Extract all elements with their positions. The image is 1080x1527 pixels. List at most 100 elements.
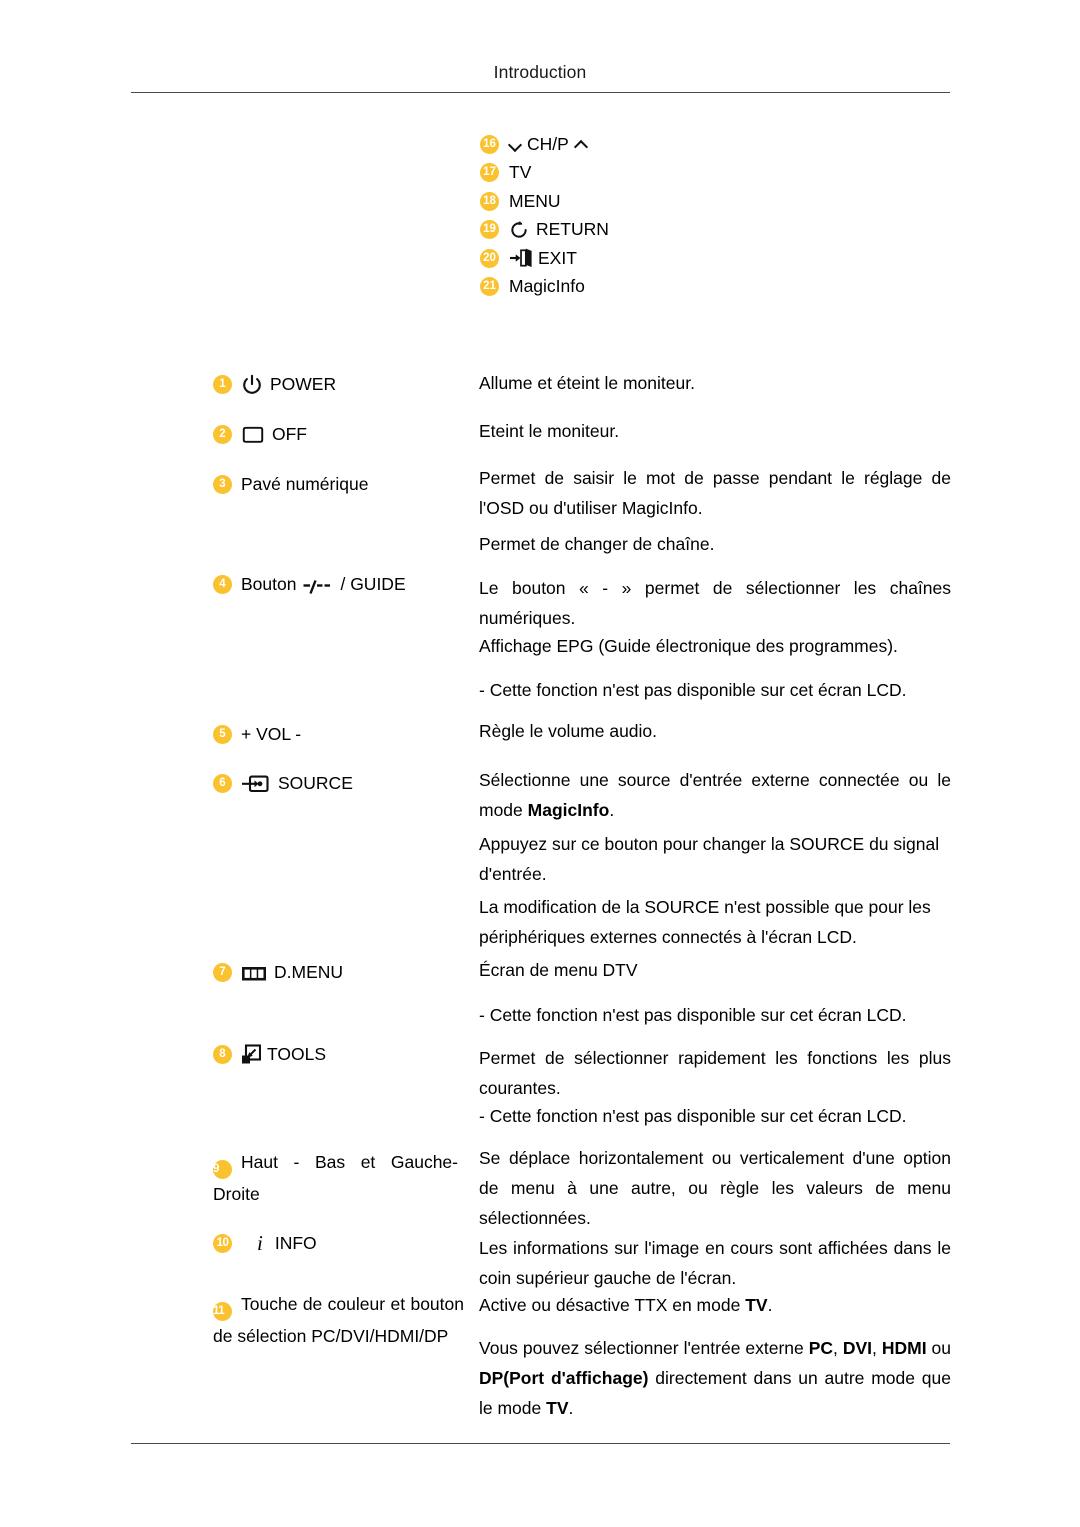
description-ttx-text: Active ou désactive TTX en mode TV.	[479, 1290, 951, 1320]
description-tools-unavailable-text: - Cette fonction n'est pas disponible su…	[479, 1106, 907, 1126]
description-ttx-part-a: Active ou désactive TTX en mode	[479, 1295, 746, 1315]
chevron-down-icon	[509, 138, 522, 151]
badge-number-7: 7	[213, 963, 232, 982]
description-dmenu-2: - Cette fonction n'est pas disponible su…	[479, 1000, 951, 1030]
item-label-off: 2 OFF	[213, 422, 463, 447]
legend-item-exit: 20 EXIT	[480, 244, 900, 273]
badge-number-8: 8	[213, 1045, 232, 1064]
description-external-input-text: Vous pouvez sélectionner l'entrée extern…	[479, 1333, 951, 1423]
item-label-dmenu: 7 D.MENU	[213, 960, 463, 985]
badge-number-11: 11	[213, 1302, 232, 1321]
screen-off-icon	[241, 425, 265, 445]
item-label-vol: 5 + VOL -	[213, 722, 463, 747]
footer-divider-rule	[131, 1443, 950, 1444]
item-text-source: SOURCE	[278, 773, 353, 793]
description-tools-2: - Cette fonction n'est pas disponible su…	[479, 1101, 951, 1131]
dash-slash-icon	[303, 577, 333, 594]
description-info: Les informations sur l'image en cours so…	[479, 1233, 951, 1293]
item-text-tools: TOOLS	[267, 1044, 327, 1064]
legend-item-chp: 16 CH/P	[480, 130, 900, 159]
description-external-input: Vous pouvez sélectionner l'entrée extern…	[479, 1333, 951, 1423]
item-label-source: 6 SOURCE	[213, 771, 463, 796]
item-text-info: INFO	[274, 1233, 317, 1253]
item-text-vol: + VOL -	[241, 724, 302, 744]
item-text-dmenu: D.MENU	[274, 962, 344, 982]
item-text-navigation: Haut - Bas et Gauche-Droite	[213, 1152, 458, 1204]
description-dmenu-unavailable-text: - Cette fonction n'est pas disponible su…	[479, 1005, 907, 1025]
badge-number-2: 2	[213, 425, 232, 444]
legend-item-return: 19 RETURN	[480, 216, 900, 245]
description-guide-unavailable-text: - Cette fonction n'est pas disponible su…	[479, 680, 907, 700]
description-source-select-text: Sélectionne une source d'entrée externe …	[479, 765, 951, 825]
source-input-icon	[241, 774, 271, 794]
description-external-part-a: Vous pouvez sélectionner l'entrée extern…	[479, 1338, 809, 1358]
description-external-dp-bold: DP(Port d'affichage)	[479, 1368, 649, 1388]
description-external-tv-bold: TV	[546, 1398, 569, 1418]
description-keypad-2: Permet de changer de chaîne.	[479, 529, 951, 559]
badge-number-10: 10	[213, 1234, 232, 1253]
description-source-3: La modification de la SOURCE n'est possi…	[479, 892, 951, 952]
badge-number-21: 21	[480, 277, 499, 297]
item-label-color-buttons: 11 Touche de couleur et bouton de sélecti…	[213, 1289, 464, 1351]
legend-label-return: RETURN	[536, 219, 609, 240]
legend-label-menu: MENU	[509, 190, 561, 211]
info-italic-icon: i	[257, 1231, 263, 1255]
description-tools-functions-text: Permet de sélectionner rapidement les fo…	[479, 1048, 951, 1098]
item-label-tools: 8 TOOLS	[213, 1042, 463, 1067]
description-vol-text: Règle le volume audio.	[479, 721, 658, 741]
description-guide-2: Affichage EPG (Guide électronique des pr…	[479, 631, 951, 661]
item-label-guide: 4 Bouton / GUIDE	[213, 572, 463, 597]
description-tools-1: Permet de sélectionner rapidement les fo…	[479, 1043, 951, 1103]
item-text-color-buttons: Touche de couleur et bouton de sélection…	[213, 1294, 464, 1346]
page-header-title: Introduction	[493, 62, 587, 82]
badge-number-5: 5	[213, 725, 232, 744]
description-ttx-tv-bold: TV	[745, 1295, 768, 1315]
description-external-sep-1: ,	[833, 1338, 843, 1358]
tools-icon	[241, 1044, 262, 1065]
description-off: Eteint le moniteur.	[479, 416, 951, 446]
badge-number-19: 19	[480, 220, 499, 240]
badge-number-1: 1	[213, 375, 232, 394]
description-external-sep-2: ,	[872, 1338, 882, 1358]
remote-button-legend-list: 16 CH/P 17 TV 18 MENU 19 RETURN 20 EXIT …	[480, 130, 900, 301]
description-external-dvi-bold: DVI	[842, 1338, 873, 1358]
description-ttx-part-c: .	[767, 1295, 773, 1315]
description-info-text: Les informations sur l'image en cours so…	[479, 1238, 951, 1288]
description-external-part-d: ou	[926, 1338, 952, 1358]
description-power-text: Allume et éteint le moniteur.	[479, 373, 695, 393]
description-navigation: Se déplace horizontalement ou verticalem…	[479, 1143, 951, 1233]
legend-label-magicinfo: MagicInfo	[509, 276, 585, 297]
power-icon	[241, 374, 263, 396]
description-guide-epg-text: Affichage EPG (Guide électronique des pr…	[479, 636, 898, 656]
description-guide-digital-text: Le bouton « - » permet de sélectionner l…	[479, 578, 951, 628]
item-text-power: POWER	[270, 374, 337, 394]
item-label-keypad: 3 Pavé numérique	[213, 472, 463, 497]
legend-item-menu: 18 MENU	[480, 187, 900, 216]
description-keypad-channel-text: Permet de changer de chaîne.	[479, 534, 715, 554]
description-dmenu-1: Écran de menu DTV	[479, 955, 951, 985]
item-text-keypad: Pavé numérique	[241, 474, 369, 494]
header-divider-rule	[131, 92, 950, 93]
item-label-power: 1 POWER	[213, 372, 463, 397]
item-text-off: OFF	[272, 424, 307, 444]
badge-number-16: 16	[480, 134, 499, 154]
description-external-pc-bold: PC	[808, 1338, 834, 1358]
badge-number-6: 6	[213, 774, 232, 793]
description-source-external-text: La modification de la SOURCE n'est possi…	[479, 897, 931, 947]
badge-number-3: 3	[213, 475, 232, 494]
description-source-1: Sélectionne une source d'entrée externe …	[479, 765, 951, 825]
description-guide-1: Le bouton « - » permet de sélectionner l…	[479, 573, 951, 633]
description-source-change-text: Appuyez sur ce bouton pour changer la SO…	[479, 834, 940, 884]
description-source-select-part-c: .	[609, 800, 615, 820]
description-external-hdmi-bold: HDMI	[881, 1338, 927, 1358]
description-dmenu-dtv-text: Écran de menu DTV	[479, 960, 638, 980]
item-label-navigation: 9 Haut - Bas et Gauche-Droite	[213, 1147, 458, 1209]
description-guide-3: - Cette fonction n'est pas disponible su…	[479, 675, 951, 705]
description-ttx: Active ou désactive TTX en mode TV.	[479, 1290, 951, 1320]
legend-item-tv: 17 TV	[480, 159, 900, 188]
item-label-info: 10 i INFO	[213, 1231, 463, 1256]
description-keypad-password-text: Permet de saisir le mot de passe pendant…	[479, 468, 951, 518]
badge-number-9: 9	[213, 1160, 232, 1179]
legend-label-chp: CH/P	[527, 133, 569, 154]
description-source-magicinfo-bold: MagicInfo	[527, 800, 610, 820]
